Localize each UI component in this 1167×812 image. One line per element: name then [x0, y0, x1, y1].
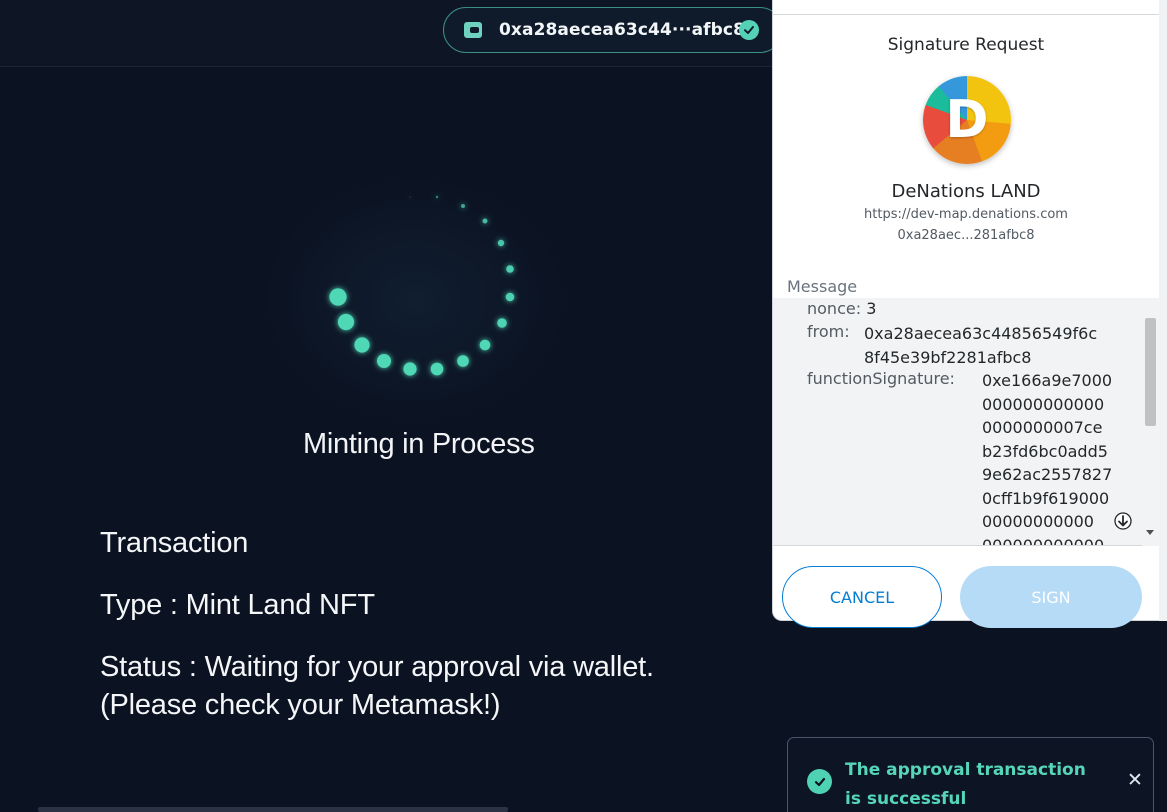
logo-letter: D [945, 90, 989, 150]
denations-logo: D [923, 76, 1011, 164]
function-line: 000000000000 [982, 394, 1105, 414]
popup-top-divider [773, 0, 1159, 15]
message-from-row: from: [807, 322, 850, 341]
signing-account: 0xa28aec...281afbc8 [897, 228, 1035, 243]
function-line: b23fd6bc0add5 [982, 441, 1108, 461]
from-value-line: 8f45e39bf2281afbc8 [864, 347, 1032, 367]
scrollbar-thumb[interactable] [1145, 318, 1156, 426]
arrow-down-circle-icon[interactable] [1114, 512, 1132, 530]
metamask-signature-popup: Signature Request D DeNations LAND https… [772, 0, 1167, 628]
from-value: 0xa28aecea63c44856549f6c 8f45e39bf2281af… [864, 322, 1097, 369]
wallet-icon [464, 22, 482, 38]
scroll-down-arrow-icon[interactable] [1146, 530, 1154, 535]
transaction-heading: Transaction [100, 527, 249, 559]
toast-message: The approval transaction is successful [845, 760, 1086, 809]
from-value-line: 0xa28aecea63c44856549f6c [864, 324, 1098, 343]
popup-window-scrollbar[interactable] [1159, 0, 1167, 621]
wallet-address: 0xa28aecea63c44···afbc8 [499, 20, 746, 40]
message-nonce-row: nonce: 3 [807, 299, 876, 318]
check-circle-icon [807, 769, 832, 794]
wallet-connect-button[interactable]: 0xa28aecea63c44···afbc8 [443, 7, 783, 53]
nonce-key: nonce: [807, 299, 862, 318]
from-key: from: [807, 322, 850, 341]
signature-request-title: Signature Request [887, 35, 1045, 55]
message-scrollbar[interactable] [1142, 298, 1159, 546]
site-url: https://dev-map.denations.com [864, 207, 1068, 222]
function-line: 000000000000 [982, 535, 1105, 546]
cancel-button[interactable]: CANCEL [782, 566, 942, 628]
function-signature-value: 0xe166a9e7000 000000000000 0000000007ce … [982, 369, 1113, 546]
check-circle-icon [739, 20, 759, 40]
spinner-glow [255, 170, 575, 430]
site-name: DeNations LAND [891, 181, 1041, 202]
transaction-status-hint: (Please check your Metamask!) [100, 689, 501, 721]
message-content[interactable]: nonce: 3 from: 0xa28aecea63c44856549f6c … [773, 298, 1159, 546]
success-toast: The approval transaction is successful ✕ [787, 737, 1154, 812]
function-line: 0000000007ce [982, 418, 1103, 437]
function-key: functionSignature: [807, 369, 955, 388]
function-line: 0xe166a9e7000 [982, 371, 1113, 390]
minting-title: Minting in Process [303, 428, 535, 460]
message-label: Message [787, 277, 858, 296]
function-line: 9e62ac2557827 [982, 465, 1113, 484]
message-function-row: functionSignature: [807, 369, 955, 388]
close-icon[interactable]: ✕ [1126, 769, 1144, 791]
bottom-divider [38, 807, 508, 812]
transaction-status: Status : Waiting for your approval via w… [100, 651, 654, 683]
function-line: 0cff1b9f619000 [982, 488, 1110, 508]
transaction-type: Type : Mint Land NFT [100, 589, 375, 621]
sign-button[interactable]: SIGN [960, 566, 1142, 628]
nonce-value: 3 [866, 299, 877, 318]
function-line: 00000000000 [982, 512, 1094, 531]
